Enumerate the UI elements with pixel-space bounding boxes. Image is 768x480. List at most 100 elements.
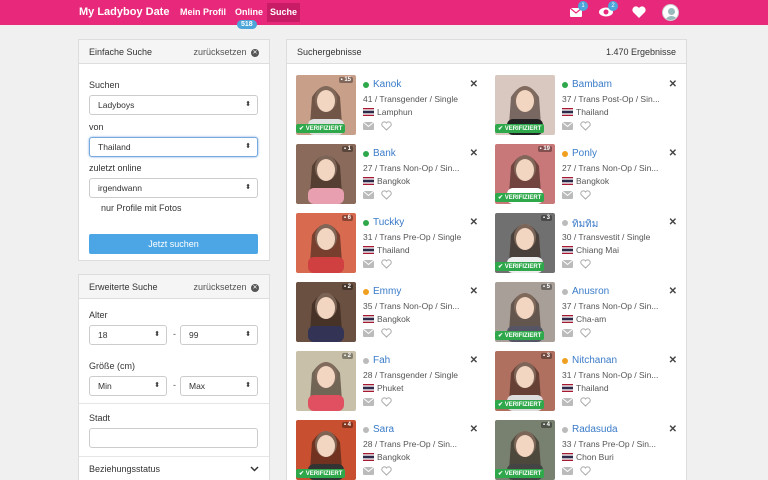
search-now-button[interactable]: Jetzt suchen (89, 234, 258, 254)
heart-outline-icon[interactable] (580, 328, 591, 338)
mail-icon[interactable] (562, 122, 573, 130)
heart-outline-icon[interactable] (580, 397, 591, 407)
profile-photo[interactable]: ✔ VERIFIZIERT (495, 75, 555, 135)
profile-photo[interactable]: ▪ 2 (296, 282, 356, 342)
mail-icon[interactable] (363, 122, 374, 130)
user-avatar[interactable] (662, 4, 679, 21)
mail-icon[interactable] (562, 329, 573, 337)
close-icon[interactable]: ✕ (470, 424, 478, 435)
close-icon[interactable]: ✕ (669, 217, 677, 228)
profile-name[interactable]: Tuckky (373, 217, 404, 228)
profile-photo[interactable]: ▪ 6 (296, 213, 356, 273)
profile-name[interactable]: Bank (373, 148, 396, 159)
close-icon[interactable]: ✕ (470, 148, 478, 159)
heart-outline-icon[interactable] (381, 328, 392, 338)
profile-name[interactable]: Fah (373, 355, 390, 366)
profile-name[interactable]: Sara (373, 424, 394, 435)
result-card[interactable]: ✔ VERIFIZIERT Bambam ✕ 37 / Trans Post-O… (495, 75, 685, 137)
brand-logo[interactable]: My Ladyboy Date (79, 6, 169, 18)
height-max-select[interactable]: Max ⬍ (180, 376, 258, 396)
search-type-select[interactable]: Ladyboys ⬍ (89, 95, 258, 115)
result-card[interactable]: ▪ 15 ✔ VERIFIZIERT Kanok ✕ 41 / Transgen… (296, 75, 486, 137)
profile-photo[interactable]: ▪ 5 ✔ VERIFIZIERT (495, 282, 555, 342)
result-card[interactable]: ▪ 5 ✔ VERIFIZIERT Anusron ✕ 37 / Trans N… (495, 282, 685, 344)
result-card[interactable]: ▪ 3 ✔ VERIFIZIERT ทิมทิม ✕ 30 / Transves… (495, 213, 685, 275)
nav-online[interactable]: Online (235, 7, 263, 17)
heart-outline-icon[interactable] (381, 121, 392, 131)
profile-name[interactable]: Anusron (572, 286, 609, 297)
mail-icon[interactable] (562, 398, 573, 406)
profile-photo[interactable]: ▪ 19 ✔ VERIFIZIERT (495, 144, 555, 204)
close-icon[interactable]: ✕ (669, 355, 677, 366)
mail-icon[interactable] (363, 398, 374, 406)
result-card[interactable]: ▪ 3 ✔ VERIFIZIERT Nitchanan ✕ 31 / Trans… (495, 351, 685, 413)
age-max-select[interactable]: 99 ⬍ (180, 325, 258, 345)
profile-photo[interactable]: ▪ 3 ✔ VERIFIZIERT (495, 213, 555, 273)
close-icon[interactable]: ✕ (470, 79, 478, 90)
advanced-reset-link[interactable]: zurücksetzen ✕ (193, 275, 259, 299)
result-card[interactable]: ▪ 4 ✔ VERIFIZIERT Sara ✕ 28 / Trans Pre-… (296, 420, 486, 480)
profile-name[interactable]: ทิมทิม (572, 217, 598, 232)
photos-only-label: nur Profile mit Fotos (101, 203, 182, 213)
heart-outline-icon[interactable] (580, 190, 591, 200)
mail-icon[interactable] (363, 467, 374, 475)
close-icon[interactable]: ✕ (470, 286, 478, 297)
heart-outline-icon[interactable] (381, 466, 392, 476)
messages-button[interactable]: 1 (568, 1, 588, 20)
result-card[interactable]: ▪ 6 Tuckky ✕ 31 / Trans Pre-Op / Single … (296, 213, 486, 275)
heart-outline-icon[interactable] (580, 466, 591, 476)
heart-outline-icon[interactable] (381, 190, 392, 200)
thailand-flag-icon (562, 384, 573, 392)
close-icon[interactable]: ✕ (669, 79, 677, 90)
heart-outline-icon[interactable] (580, 121, 591, 131)
profile-name[interactable]: Ponly (572, 148, 597, 159)
profile-photo[interactable]: ▪ 1 (296, 144, 356, 204)
heart-outline-icon[interactable] (381, 259, 392, 269)
thailand-flag-icon (363, 108, 374, 116)
result-card[interactable]: ▪ 1 Bank ✕ 27 / Trans Non-Op / Sin... Ba… (296, 144, 486, 206)
relationship-status-label[interactable]: Beziehungsstatus (89, 464, 160, 474)
mail-icon[interactable] (562, 260, 573, 268)
nav-search[interactable]: Suche (267, 3, 301, 22)
result-card[interactable]: ▪ 4 ✔ VERIFIZIERT Radasuda ✕ 33 / Trans … (495, 420, 685, 480)
profile-photo[interactable]: ▪ 4 ✔ VERIFIZIERT (296, 420, 356, 480)
height-min-select[interactable]: Min ⬍ (89, 376, 167, 396)
age-min-value: 18 (98, 330, 108, 340)
close-icon[interactable]: ✕ (470, 217, 478, 228)
country-select[interactable]: Thailand ⬍ (89, 137, 258, 157)
favorites-button[interactable] (631, 4, 647, 20)
mail-icon[interactable] (562, 191, 573, 199)
profile-name[interactable]: Radasuda (572, 424, 618, 435)
mail-icon[interactable] (363, 191, 374, 199)
profile-photo[interactable]: ▪ 15 ✔ VERIFIZIERT (296, 75, 356, 135)
profile-photo[interactable]: ▪ 3 ✔ VERIFIZIERT (495, 351, 555, 411)
close-icon[interactable]: ✕ (669, 148, 677, 159)
close-icon[interactable]: ✕ (470, 355, 478, 366)
last-online-select[interactable]: irgendwann ⬍ (89, 178, 258, 198)
mail-icon[interactable] (363, 329, 374, 337)
result-card[interactable]: ▪ 2 Emmy ✕ 35 / Trans Non-Op / Sin... Ba… (296, 282, 486, 344)
simple-reset-link[interactable]: zurücksetzen ✕ (193, 40, 259, 64)
profile-name[interactable]: Emmy (373, 286, 401, 297)
chevron-down-icon[interactable] (250, 466, 259, 472)
profile-location: Bangkok (377, 452, 411, 462)
mail-icon[interactable] (562, 467, 573, 475)
heart-outline-icon[interactable] (381, 397, 392, 407)
profile-name[interactable]: Bambam (572, 79, 612, 90)
visitors-button[interactable]: 2 (598, 1, 618, 20)
age-min-select[interactable]: 18 ⬍ (89, 325, 167, 345)
result-card[interactable]: ▪ 2 Fah ✕ 28 / Transgender / Single Phuk… (296, 351, 486, 413)
city-input[interactable] (89, 428, 258, 448)
nav-my-profile[interactable]: Mein Profil (180, 7, 226, 17)
profile-photo[interactable]: ▪ 2 (296, 351, 356, 411)
close-icon[interactable]: ✕ (669, 424, 677, 435)
result-card[interactable]: ▪ 19 ✔ VERIFIZIERT Ponly ✕ 27 / Trans No… (495, 144, 685, 206)
online-status-dot (363, 151, 369, 157)
heart-outline-icon[interactable] (580, 259, 591, 269)
close-icon[interactable]: ✕ (669, 286, 677, 297)
profile-photo-image (296, 213, 356, 273)
profile-photo[interactable]: ▪ 4 ✔ VERIFIZIERT (495, 420, 555, 480)
profile-name[interactable]: Kanok (373, 79, 401, 90)
mail-icon[interactable] (363, 260, 374, 268)
profile-name[interactable]: Nitchanan (572, 355, 617, 366)
